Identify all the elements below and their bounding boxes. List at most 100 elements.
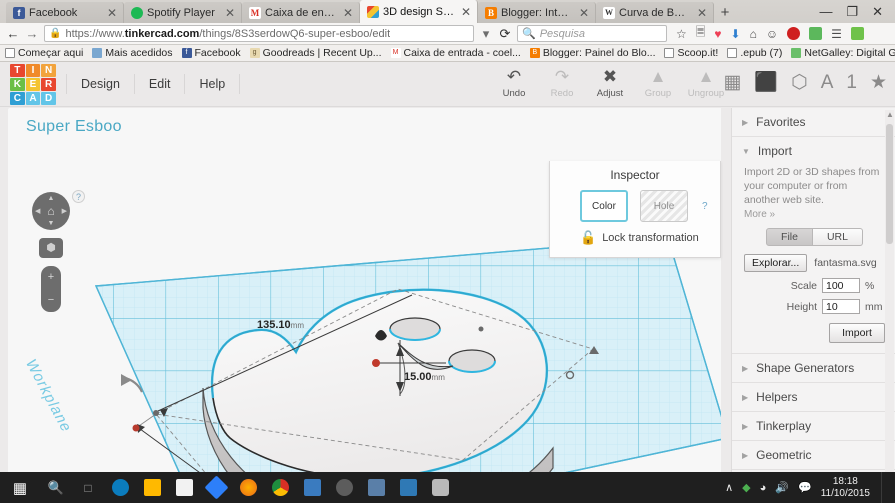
height-dimension[interactable]: 15.00mm (404, 371, 445, 383)
zoom-out-button[interactable]: − (41, 289, 61, 312)
menu-design[interactable]: Design (66, 74, 135, 94)
tinkercad-logo[interactable]: T I N K E R C A D (10, 64, 56, 105)
calibre-icon[interactable] (296, 472, 328, 503)
action-center-icon[interactable]: 💬 (798, 481, 812, 494)
close-icon[interactable]: ✕ (695, 7, 709, 19)
redo-button[interactable]: ↷ Redo (538, 66, 586, 99)
search-icon[interactable]: 🔍 (40, 472, 72, 503)
pan-left-icon[interactable]: ◀ (35, 207, 40, 215)
section-header[interactable]: ▼ Import (732, 137, 895, 165)
number-tool-icon[interactable]: 1 (846, 70, 857, 96)
close-window-button[interactable]: ✕ (872, 4, 883, 20)
smiley-icon[interactable]: ☺ (766, 27, 778, 41)
dropbox-tray-icon[interactable]: ◆ (742, 481, 750, 494)
menu-help[interactable]: Help (185, 74, 241, 94)
section-header[interactable]: ▶ Tinkerplay (732, 412, 895, 440)
wireframe-cube-icon[interactable]: ⬡ (791, 70, 808, 96)
browser-tab[interactable]: B Blogger: Intergalacticr... ✕ (478, 2, 596, 23)
panel-section-geometric[interactable]: ▶ Geometric (732, 441, 895, 470)
close-icon[interactable]: ✕ (341, 7, 355, 19)
close-icon[interactable]: ✕ (577, 7, 591, 19)
adblock-icon[interactable] (787, 27, 801, 40)
browser-tab[interactable]: f Facebook ✕ (6, 2, 124, 23)
chevron-down-icon[interactable]: ▾ (479, 26, 493, 42)
maximize-button[interactable]: ❐ (846, 4, 858, 20)
reload-icon[interactable]: ⟳ (498, 26, 512, 42)
fit-view-button[interactable]: ⬢ (39, 238, 63, 258)
section-header[interactable]: ▶ Shape Generators (732, 354, 895, 382)
panel-section-favorites[interactable]: ▶ Favorites (732, 108, 895, 137)
bookmark-item[interactable]: NetGalley: Digital Galle... (791, 47, 895, 59)
import-source-url[interactable]: URL (812, 228, 863, 246)
volume-icon[interactable]: 🔊 (775, 481, 789, 494)
bookmark-item[interactable]: Começar aqui (5, 47, 83, 59)
grid-view-icon[interactable]: ▦ (723, 70, 741, 96)
pan-right-icon[interactable]: ▶ (62, 207, 67, 215)
zoom-in-button[interactable]: + (41, 266, 61, 289)
browser-tab[interactable]: M Caixa de entrada - coe... ✕ (242, 2, 360, 23)
text-tool-icon[interactable]: A (821, 70, 834, 96)
menu-icon[interactable]: ☰ (831, 27, 842, 41)
color-swatch[interactable]: Color (580, 190, 628, 222)
browser-tab[interactable]: Spotify Player ✕ (124, 2, 242, 23)
bookmark-item[interactable]: g Goodreads | Recent Up... (249, 47, 382, 59)
new-tab-button[interactable]: + (714, 2, 736, 23)
panel-scrollbar[interactable]: ▲ ▼ (885, 110, 894, 503)
scroll-up-icon[interactable]: ▲ (886, 110, 894, 119)
chrome-icon[interactable] (264, 472, 296, 503)
bookmark-item[interactable]: M Caixa de entrada - coel... (390, 47, 521, 59)
extension-icon[interactable] (809, 27, 823, 40)
section-header[interactable]: ▶ Geometric (732, 441, 895, 469)
favorites-star-icon[interactable]: ★ (870, 70, 887, 96)
file-explorer-icon[interactable] (136, 472, 168, 503)
home-view-icon[interactable]: ⌂ (47, 204, 54, 218)
import-more-link[interactable]: More » (744, 209, 885, 220)
show-desktop-button[interactable] (881, 472, 887, 503)
pan-down-icon[interactable]: ▼ (48, 220, 55, 227)
search-input[interactable]: 🔍 Pesquisa (517, 25, 667, 42)
inkscape-icon[interactable] (424, 472, 456, 503)
bookmark-item[interactable]: B Blogger: Painel do Blo... (529, 47, 655, 59)
undo-button[interactable]: ↶ Undo (490, 66, 538, 99)
address-bar[interactable]: 🔒 https://www.tinkercad.com/things/8S3se… (44, 25, 474, 42)
panel-section-helpers[interactable]: ▶ Helpers (732, 383, 895, 412)
bookmark-star-icon[interactable]: ☆ (676, 27, 687, 41)
paint-icon[interactable] (392, 472, 424, 503)
adjust-button[interactable]: ✖ Adjust (586, 66, 634, 99)
help-badge[interactable]: ? (72, 190, 85, 203)
import-source-file[interactable]: File (766, 228, 813, 246)
reader-app-icon[interactable] (360, 472, 392, 503)
height-input[interactable]: 10 (822, 299, 860, 314)
bookmark-item[interactable]: Scoop.it! (664, 47, 718, 59)
section-header[interactable]: ▶ Favorites (732, 108, 895, 136)
view-navigation-pad[interactable]: ▲ ▼ ◀ ▶ ⌂ (32, 192, 70, 230)
windows-start-icon[interactable]: ▦ (0, 472, 40, 503)
profile-icon[interactable] (850, 27, 864, 40)
close-icon[interactable]: ✕ (459, 6, 473, 18)
windows-store-icon[interactable] (168, 472, 200, 503)
browser-tab-active[interactable]: 3D design Super Esbo... ✕ (360, 0, 478, 23)
taskbar-clock[interactable]: 18:18 11/10/2015 (821, 476, 872, 500)
bookmark-item[interactable]: f Facebook (181, 47, 241, 59)
minimize-button[interactable]: — (819, 4, 832, 19)
firefox-icon[interactable] (232, 472, 264, 503)
back-icon[interactable]: ← (6, 26, 20, 41)
width-dimension[interactable]: 135.10mm (257, 319, 304, 331)
reader-icon[interactable]: 🗏 (696, 23, 706, 44)
show-hidden-icons-icon[interactable]: ∧ (725, 481, 733, 494)
home-icon[interactable]: ⌂ (750, 27, 757, 41)
section-header[interactable]: ▶ Helpers (732, 383, 895, 411)
inspector-help-icon[interactable]: ? (702, 201, 708, 212)
edge-browser-icon[interactable] (104, 472, 136, 503)
bookmark-item[interactable]: Mais acedidos (92, 47, 173, 59)
dropbox-icon[interactable] (200, 472, 232, 503)
group-button[interactable]: ▲ Group (634, 66, 682, 99)
wifi-icon[interactable]: ◕ (760, 482, 767, 494)
downloads-icon[interactable]: ⬇ (731, 27, 741, 41)
scrollbar-thumb[interactable] (886, 124, 893, 244)
pocket-icon[interactable]: ♥ (714, 27, 721, 41)
menu-edit[interactable]: Edit (135, 74, 186, 94)
browse-button[interactable]: Explorar... (744, 254, 808, 272)
task-view-icon[interactable]: □ (72, 472, 104, 503)
forward-icon[interactable]: → (25, 26, 39, 41)
